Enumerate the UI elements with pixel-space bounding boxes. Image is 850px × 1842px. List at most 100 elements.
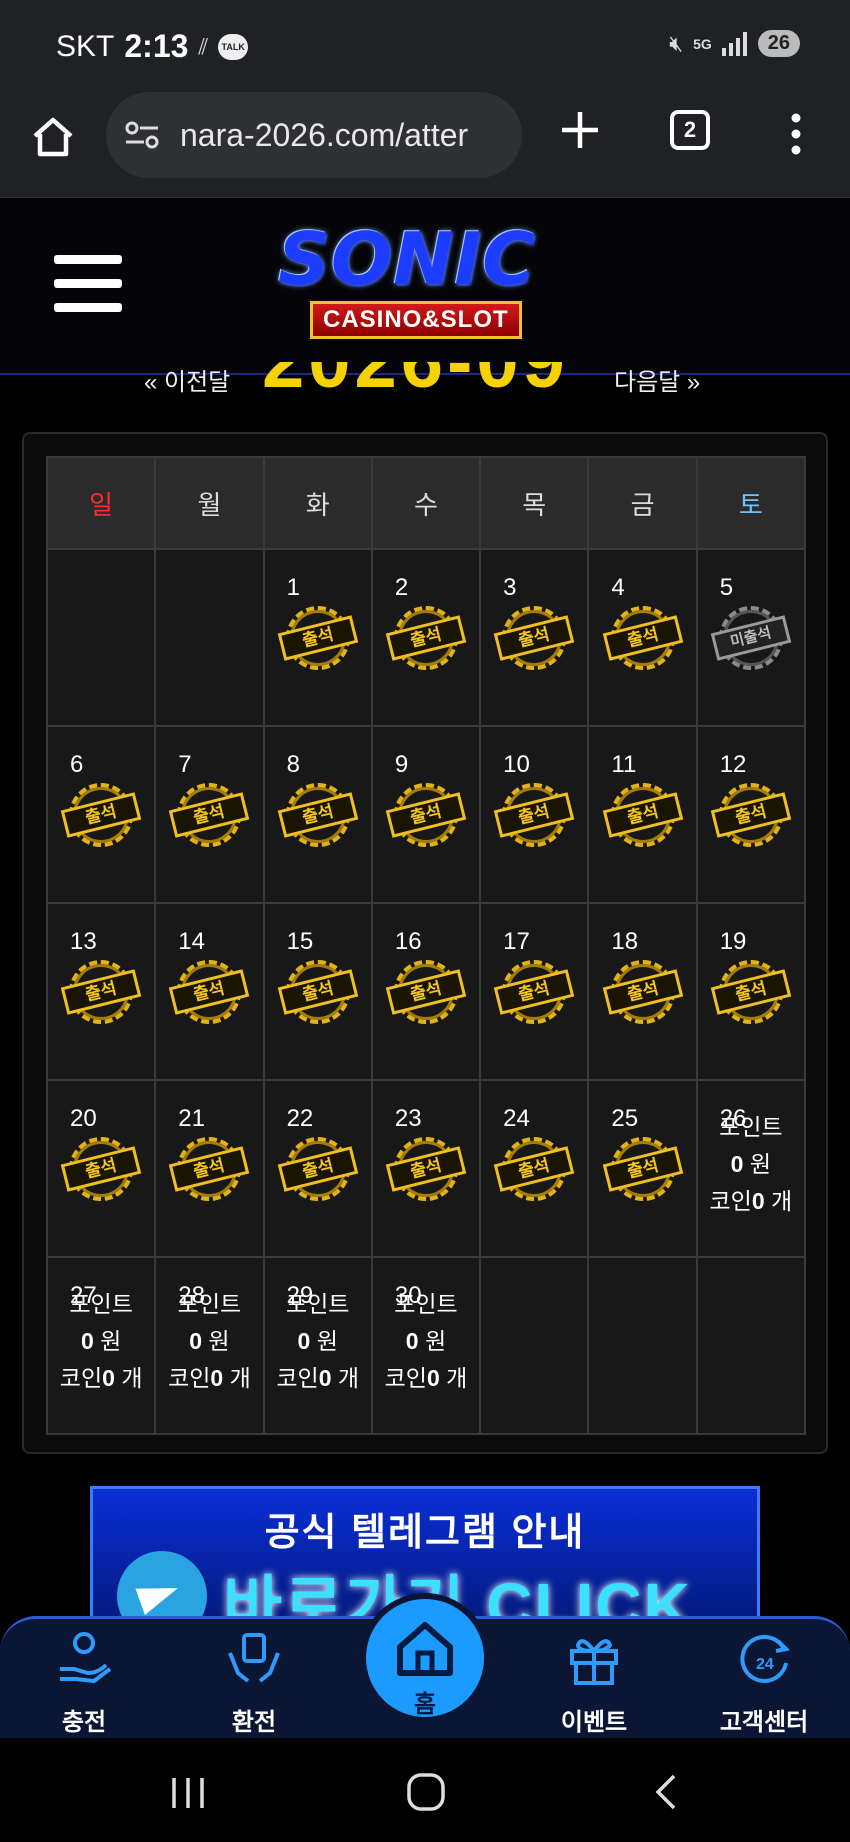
- calendar-day-cell: 1 출석: [262, 548, 373, 727]
- telegram-icon: [117, 1551, 207, 1623]
- reward-point-value: 0: [80, 1328, 94, 1354]
- day-number: 4: [611, 574, 625, 601]
- weekday-thu: 목: [479, 456, 590, 550]
- calendar-empty-cell: [479, 1256, 590, 1435]
- nav-home[interactable]: 홈: [360, 1593, 490, 1723]
- next-month-link[interactable]: 다음달 »: [614, 362, 700, 394]
- weekday-fri: 금: [587, 456, 698, 550]
- browser-toolbar: nara-2026.com/atter 2: [0, 86, 850, 198]
- site-settings-icon[interactable]: [124, 120, 160, 150]
- calendar-day-cell: 26 포인트 0 원 코인0 개: [695, 1079, 807, 1258]
- attended-stamp-icon: 출석: [60, 1137, 142, 1201]
- calendar-day-cell: 11 출석: [587, 725, 698, 904]
- calendar-empty-cell: [587, 1256, 698, 1435]
- system-back-icon[interactable]: [650, 1772, 680, 1812]
- calendar-day-cell: 22 출석: [262, 1079, 373, 1258]
- reward-point-unit: 원: [208, 1328, 230, 1354]
- clock: 2:13: [124, 28, 189, 64]
- calendar-day-cell: 9 출석: [370, 725, 482, 904]
- system-home-icon[interactable]: [406, 1772, 446, 1812]
- reward-point-unit: 원: [749, 1151, 772, 1177]
- nav-withdraw[interactable]: 환전: [194, 1629, 314, 1737]
- nav-events-label: 이벤트: [560, 1709, 628, 1736]
- banner-title: 공식 텔레그램 안내: [264, 1512, 586, 1554]
- day-number: 15: [286, 928, 314, 955]
- address-bar[interactable]: nara-2026.com/atter: [106, 92, 522, 178]
- calendar-day-cell: 4 출석: [587, 548, 698, 727]
- nav-events[interactable]: 이벤트: [534, 1629, 654, 1737]
- calendar-day-cell: 21 출석: [154, 1079, 265, 1258]
- calendar-day-cell: 20 출석: [45, 1079, 157, 1258]
- calendar-day-cell: 5 미출석: [695, 548, 807, 727]
- calendar-week-row: 1 출석 2 출석 3 출석 4 출석 5 미출석: [45, 548, 807, 727]
- calendar-week-row: 27 포인트 0 원 코인0 개 28 포인트 0 원 코인0 개 29 포인트 0 원 코인0 개3…: [45, 1256, 807, 1435]
- attended-stamp-icon: 출석: [494, 1137, 575, 1201]
- hamburger-menu-icon[interactable]: [54, 255, 122, 313]
- day-number: 21: [178, 1105, 205, 1132]
- weekday-header-row: 일 월 화 수 목 금 토: [45, 456, 807, 550]
- day-number: 3: [503, 574, 517, 601]
- withdraw-icon: [228, 1633, 280, 1683]
- calendar-day-cell: 17 출석: [479, 902, 590, 1081]
- calendar-day-cell: 29 포인트 0 원 코인0 개: [262, 1256, 373, 1435]
- day-number: 17: [503, 928, 530, 955]
- calendar-empty-cell: [45, 548, 157, 727]
- reward-point-label: 포인트: [177, 1291, 242, 1317]
- calendar-day-cell: 8 출석: [262, 725, 373, 904]
- attended-stamp-icon: 출석: [385, 1137, 467, 1201]
- reward-info: 포인트 0 원 코인0 개: [373, 1286, 479, 1397]
- day-number: 14: [178, 928, 205, 955]
- reward-point-value: 0: [297, 1328, 311, 1354]
- calendar-day-cell: 13 출석: [45, 902, 157, 1081]
- reward-point-value: 0: [189, 1328, 203, 1354]
- reward-coin-unit: 개: [446, 1365, 468, 1391]
- calendar-day-cell: 7 출석: [154, 725, 265, 904]
- weekday-sun: 일: [45, 456, 157, 550]
- new-tab-icon[interactable]: [558, 108, 602, 152]
- site-logo[interactable]: SONIC CASINO&SLOT: [268, 217, 598, 339]
- attendance-calendar-panel: 일 월 화 수 목 금 토 1 출석 2 출석 3 출석 4 출석 5 미출석 6 출석 7 출석 8 출석 9…: [22, 432, 828, 1454]
- day-number: 9: [394, 751, 409, 778]
- calendar-day-cell: 15 출석: [262, 902, 373, 1081]
- browser-menu-icon[interactable]: [780, 110, 812, 158]
- signal-icon: [721, 31, 747, 56]
- calendar-empty-cell: [695, 1256, 807, 1435]
- reward-point-unit: 원: [316, 1328, 338, 1354]
- support-24-icon: 24: [740, 1634, 791, 1683]
- recent-apps-icon[interactable]: [168, 1776, 208, 1810]
- calendar-day-cell: 27 포인트 0 원 코인0 개: [45, 1256, 157, 1435]
- nav-support[interactable]: 24 고객센터: [704, 1629, 824, 1737]
- day-number: 1: [286, 574, 300, 601]
- attended-stamp-icon: 출석: [277, 783, 358, 847]
- attended-stamp-icon: 출석: [602, 606, 683, 670]
- reward-coin-unit: 개: [337, 1365, 360, 1391]
- tab-switcher-button[interactable]: 2: [670, 110, 710, 150]
- attended-stamp-icon: 출석: [494, 606, 575, 670]
- logo-main-text: SONIC: [278, 217, 536, 301]
- reward-info: 포인트 0 원 코인0 개: [48, 1286, 154, 1397]
- reward-coin-value: 0: [426, 1365, 440, 1391]
- month-navigation: « 이전달 2026-09 다음달 »: [0, 362, 850, 394]
- reward-coin-value: 0: [318, 1365, 332, 1391]
- month-title: 2026-09: [262, 362, 569, 394]
- attendance-calendar: 일 월 화 수 목 금 토 1 출석 2 출석 3 출석 4 출석 5 미출석 6 출석 7 출석 8 출석 9…: [45, 456, 807, 1435]
- browser-home-icon[interactable]: [30, 114, 76, 160]
- prev-month-link[interactable]: « 이전달: [144, 362, 230, 394]
- nav-deposit[interactable]: 충전: [24, 1629, 144, 1737]
- site-header: SONIC CASINO&SLOT: [0, 199, 850, 375]
- home-icon: [397, 1622, 453, 1676]
- day-number: 13: [70, 928, 97, 955]
- attended-stamp-icon: 출석: [602, 1137, 683, 1201]
- calendar-day-cell: 2 출석: [370, 548, 482, 727]
- reward-coin-unit: 개: [121, 1365, 143, 1391]
- deposit-icon: [60, 1632, 112, 1684]
- calendar-day-cell: 16 출석: [370, 902, 482, 1081]
- calendar-day-cell: 30 포인트 0 원 코인0 개: [370, 1256, 482, 1435]
- day-number: 7: [178, 751, 192, 778]
- mute-icon: 🔇︎: [669, 30, 684, 56]
- gift-icon: [570, 1639, 618, 1685]
- attended-stamp-icon: 출석: [169, 783, 250, 847]
- calendar-empty-cell: [154, 548, 265, 727]
- reward-point-label: 포인트: [69, 1291, 133, 1317]
- bottom-navigation: 충전 환전 홈 이벤트 24 고객센터: [0, 1593, 850, 1738]
